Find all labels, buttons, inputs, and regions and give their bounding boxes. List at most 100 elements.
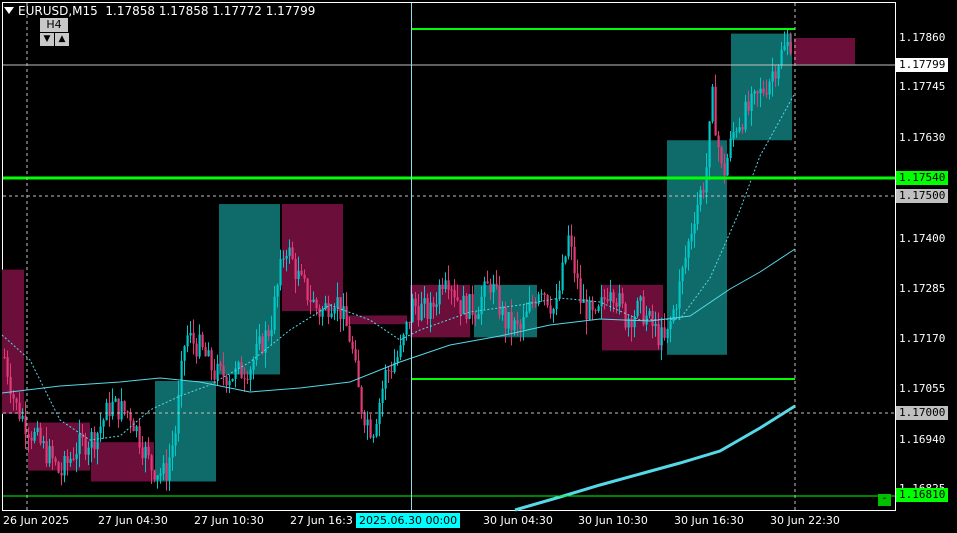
candle-body bbox=[651, 310, 654, 327]
long-ma-line bbox=[514, 404, 796, 512]
candle-body bbox=[552, 308, 555, 314]
candle-body bbox=[333, 307, 336, 314]
candle-body bbox=[507, 311, 510, 329]
candle-body bbox=[606, 299, 609, 302]
candle-body bbox=[777, 66, 780, 79]
candle-body bbox=[159, 473, 162, 476]
candle-body bbox=[183, 346, 186, 361]
candle-body bbox=[360, 387, 363, 414]
candle-body bbox=[582, 299, 585, 303]
candle-body bbox=[579, 278, 582, 303]
candle-body bbox=[576, 273, 579, 279]
candle-body bbox=[624, 303, 627, 328]
h4-box bbox=[219, 204, 280, 375]
candle-body bbox=[303, 274, 306, 279]
candle-body bbox=[387, 369, 390, 372]
candle-body bbox=[30, 437, 33, 441]
chart-header[interactable]: EURUSD,M15 1.17858 1.17858 1.17772 1.177… bbox=[4, 4, 315, 18]
chart-menu-triangle-icon[interactable] bbox=[4, 7, 14, 14]
candle-body bbox=[102, 420, 105, 427]
candle-body bbox=[24, 415, 27, 435]
candle-body bbox=[747, 101, 750, 111]
price-chart[interactable] bbox=[0, 0, 957, 533]
h4-box bbox=[731, 33, 792, 141]
candle-body bbox=[636, 300, 639, 317]
candle-body bbox=[732, 132, 735, 139]
h4-box bbox=[794, 38, 855, 65]
candle-body bbox=[450, 289, 453, 291]
candle-body bbox=[549, 305, 552, 314]
candle-body bbox=[243, 378, 246, 380]
candle-body bbox=[726, 157, 729, 176]
timeframe-down-button[interactable]: ▼ bbox=[40, 33, 54, 46]
candle-body bbox=[729, 138, 732, 158]
candle-body bbox=[486, 281, 489, 284]
candle-body bbox=[369, 419, 372, 438]
candle-body bbox=[771, 71, 774, 82]
candle-body bbox=[237, 362, 240, 369]
timeframe-switcher: H4 ▼ ▲ bbox=[38, 18, 70, 48]
candle-body bbox=[564, 256, 567, 263]
candle-body bbox=[405, 321, 408, 335]
candle-body bbox=[465, 295, 468, 319]
candle-body bbox=[384, 369, 387, 389]
candle-body bbox=[336, 297, 339, 308]
candle-body bbox=[588, 300, 591, 320]
candle-body bbox=[516, 320, 519, 324]
candle-body bbox=[399, 345, 402, 358]
time-tick: 30 Jun 16:30 bbox=[674, 514, 744, 527]
candle-body bbox=[381, 388, 384, 403]
candle-body bbox=[39, 427, 42, 444]
candle-body bbox=[492, 283, 495, 293]
candle-body bbox=[219, 363, 222, 366]
candle-body bbox=[720, 147, 723, 164]
candle-body bbox=[396, 357, 399, 363]
candle-body bbox=[783, 45, 786, 50]
candle-body bbox=[420, 303, 423, 321]
candle-body bbox=[561, 262, 564, 291]
candle-body bbox=[117, 398, 120, 420]
candle-body bbox=[696, 204, 699, 224]
candle-body bbox=[759, 88, 762, 94]
h4-box bbox=[346, 315, 407, 325]
candle-body bbox=[306, 278, 309, 301]
candle-body bbox=[276, 285, 279, 297]
candle-body bbox=[246, 378, 249, 380]
candle-body bbox=[300, 270, 303, 275]
candle-body bbox=[414, 298, 417, 307]
candle-body bbox=[198, 334, 201, 357]
candle-body bbox=[339, 297, 342, 320]
candle-body bbox=[165, 463, 168, 481]
candle-body bbox=[330, 313, 333, 318]
candle-body bbox=[735, 131, 738, 133]
candle-body bbox=[180, 360, 183, 395]
candle-body bbox=[699, 189, 702, 205]
candle-body bbox=[618, 293, 621, 307]
candle-body bbox=[87, 447, 90, 455]
level-tag: 1.17000 bbox=[896, 406, 948, 420]
candle-body bbox=[573, 246, 576, 274]
candle-body bbox=[543, 293, 546, 296]
candle-body bbox=[585, 299, 588, 320]
candle-body bbox=[60, 472, 63, 476]
candle-body bbox=[408, 321, 411, 323]
candle-body bbox=[48, 446, 51, 464]
time-tick: 30 Jun 22:30 bbox=[770, 514, 840, 527]
candle-body bbox=[252, 360, 255, 370]
candle-body bbox=[438, 284, 441, 305]
timeframe-up-button[interactable]: ▲ bbox=[55, 33, 69, 46]
price-tick: 1.17630 bbox=[899, 131, 946, 144]
candle-body bbox=[483, 281, 486, 297]
candle-body bbox=[297, 270, 300, 279]
candle-body bbox=[192, 332, 195, 344]
candle-body bbox=[684, 257, 687, 268]
level-marker-icon[interactable]: - bbox=[878, 494, 891, 506]
candle-body bbox=[204, 347, 207, 357]
candle-body bbox=[762, 88, 765, 93]
time-tick: 27 Jun 16:3 bbox=[290, 514, 353, 527]
candle-body bbox=[327, 303, 330, 318]
candle-body bbox=[789, 41, 792, 54]
candle-body bbox=[318, 308, 321, 317]
candle-body bbox=[171, 445, 174, 458]
candle-body bbox=[534, 302, 537, 304]
